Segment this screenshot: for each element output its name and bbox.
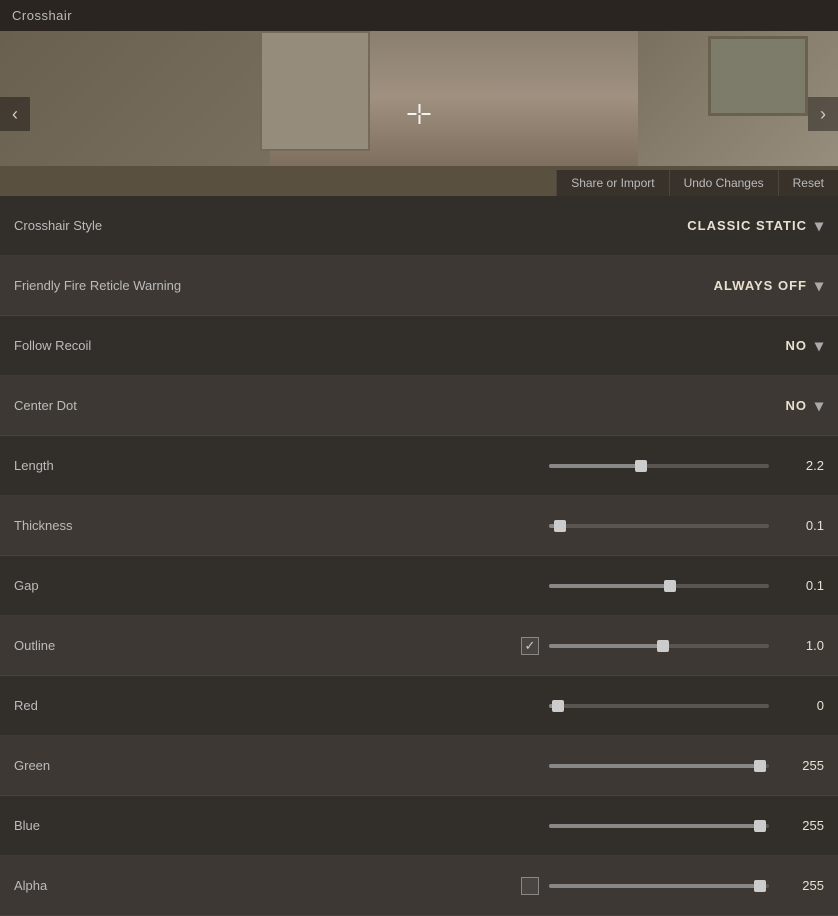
settings-container: Crosshair StyleCLASSIC STATIC▾Friendly F…	[0, 196, 838, 916]
setting-row-alpha: Alpha 255	[0, 856, 838, 916]
value-blue: 255	[779, 818, 824, 833]
slider-red[interactable]	[549, 704, 769, 708]
dropdown-center-dot[interactable]: NO ▾	[785, 396, 824, 416]
prev-nav-button[interactable]: ‹	[0, 97, 30, 131]
control-center-dot: NO ▾	[214, 396, 824, 416]
setting-row-thickness: Thickness 0.1	[0, 496, 838, 556]
preview-action-buttons: Share or Import Undo Changes Reset	[556, 170, 838, 196]
control-blue: 255	[214, 818, 824, 833]
setting-row-green: Green 255	[0, 736, 838, 796]
dropdown-crosshair-style[interactable]: CLASSIC STATIC ▾	[687, 216, 824, 236]
setting-row-gap: Gap 0.1	[0, 556, 838, 616]
label-alpha: Alpha	[14, 878, 214, 893]
setting-row-follow-recoil: Follow Recoil NO ▾	[0, 316, 838, 376]
checkbox-alpha[interactable]	[521, 877, 539, 895]
control-green: 255	[214, 758, 824, 773]
label-crosshair-style: Crosshair Style	[14, 218, 214, 233]
page-title: Crosshair	[12, 8, 72, 23]
setting-row-length: Length 2.2	[0, 436, 838, 496]
value-length: 2.2	[779, 458, 824, 473]
control-length: 2.2	[214, 458, 824, 473]
value-thickness: 0.1	[779, 518, 824, 533]
dropdown-value-friendly-fire: ALWAYS OFF	[714, 278, 807, 293]
chevron-down-icon-friendly-fire: ▾	[815, 276, 824, 296]
label-center-dot: Center Dot	[14, 398, 214, 413]
slider-thickness[interactable]	[549, 524, 769, 528]
control-friendly-fire: ALWAYS OFF ▾	[214, 276, 824, 296]
control-alpha: 255	[214, 877, 824, 895]
chevron-down-icon-crosshair-style: ▾	[815, 216, 824, 236]
value-gap: 0.1	[779, 578, 824, 593]
chevron-down-icon-follow-recoil: ▾	[815, 336, 824, 356]
slider-outline[interactable]	[549, 644, 769, 648]
label-red: Red	[14, 698, 214, 713]
reset-button[interactable]: Reset	[778, 170, 838, 196]
dropdown-friendly-fire[interactable]: ALWAYS OFF ▾	[714, 276, 824, 296]
share-import-button[interactable]: Share or Import	[556, 170, 668, 196]
preview-area: ‹ › Share or Import Undo Changes Reset	[0, 31, 838, 196]
control-crosshair-style: CLASSIC STATIC ▾	[214, 216, 824, 236]
value-outline: 1.0	[779, 638, 824, 653]
control-thickness: 0.1	[214, 518, 824, 533]
chevron-down-icon-center-dot: ▾	[815, 396, 824, 416]
next-nav-button[interactable]: ›	[808, 97, 838, 131]
dropdown-value-follow-recoil: NO	[785, 338, 807, 353]
dropdown-value-center-dot: NO	[785, 398, 807, 413]
slider-alpha[interactable]	[549, 884, 769, 888]
setting-row-outline: Outline 1.0	[0, 616, 838, 676]
setting-row-center-dot: Center Dot NO ▾	[0, 376, 838, 436]
undo-changes-button[interactable]: Undo Changes	[669, 170, 778, 196]
label-friendly-fire: Friendly Fire Reticle Warning	[14, 278, 214, 293]
label-thickness: Thickness	[14, 518, 214, 533]
control-outline: 1.0	[214, 637, 824, 655]
setting-row-crosshair-style: Crosshair Style CLASSIC STATIC ▾	[0, 196, 838, 256]
crosshair-preview	[408, 104, 431, 124]
value-red: 0	[779, 698, 824, 713]
label-outline: Outline	[14, 638, 214, 653]
dropdown-value-crosshair-style: CLASSIC STATIC	[687, 218, 807, 233]
value-green: 255	[779, 758, 824, 773]
title-bar: Crosshair	[0, 0, 838, 31]
checkbox-outline[interactable]	[521, 637, 539, 655]
slider-length[interactable]	[549, 464, 769, 468]
label-blue: Blue	[14, 818, 214, 833]
value-alpha: 255	[779, 878, 824, 893]
setting-row-blue: Blue 255	[0, 796, 838, 856]
slider-blue[interactable]	[549, 824, 769, 828]
label-gap: Gap	[14, 578, 214, 593]
setting-row-friendly-fire: Friendly Fire Reticle Warning ALWAYS OFF ▾	[0, 256, 838, 316]
slider-green[interactable]	[549, 764, 769, 768]
dropdown-follow-recoil[interactable]: NO ▾	[785, 336, 824, 356]
label-green: Green	[14, 758, 214, 773]
slider-gap[interactable]	[549, 584, 769, 588]
label-length: Length	[14, 458, 214, 473]
control-follow-recoil: NO ▾	[214, 336, 824, 356]
setting-row-red: Red 0	[0, 676, 838, 736]
control-gap: 0.1	[214, 578, 824, 593]
label-follow-recoil: Follow Recoil	[14, 338, 214, 353]
control-red: 0	[214, 698, 824, 713]
